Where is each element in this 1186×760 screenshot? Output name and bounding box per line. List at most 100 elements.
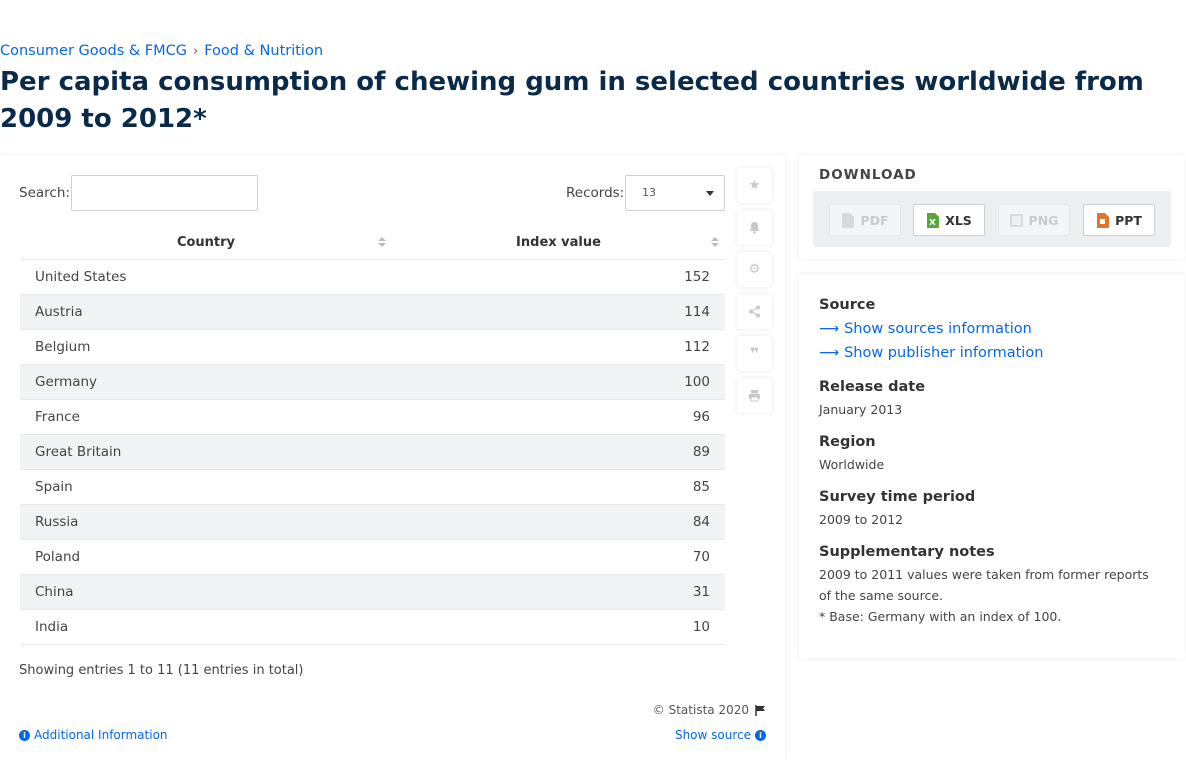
cell-country: Belgium	[35, 339, 91, 355]
copyright: © Statista 2020	[653, 703, 766, 717]
breadcrumb: Consumer Goods & FMCG › Food & Nutrition	[0, 43, 323, 59]
print-icon[interactable]	[737, 378, 772, 413]
release-date-heading: Release date	[819, 379, 926, 395]
show-publisher-link[interactable]: ⟶ Show publisher information	[819, 345, 1043, 361]
breadcrumb-link-consumer-goods[interactable]: Consumer Goods & FMCG	[0, 43, 187, 59]
quote-icon[interactable]: ❞	[737, 336, 772, 371]
column-header-country[interactable]: Country	[20, 226, 392, 259]
copyright-text: © Statista 2020	[652, 703, 749, 717]
bell-icon[interactable]	[737, 210, 772, 245]
show-sources-label: Show sources information	[844, 321, 1032, 337]
table-row: Great Britain 89	[20, 435, 725, 470]
arrow-right-icon: ⟶	[819, 345, 840, 361]
ppt-file-icon	[1097, 212, 1110, 228]
sort-icon	[711, 237, 719, 249]
pdf-file-icon	[842, 212, 855, 228]
show-sources-link[interactable]: ⟶ Show sources information	[819, 321, 1032, 337]
cell-index-value: 70	[692, 549, 710, 565]
arrow-right-icon: ⟶	[819, 321, 840, 337]
star-icon[interactable]: ★	[737, 168, 772, 203]
release-date-value: January 2013	[819, 402, 903, 417]
search-label: Search:	[19, 185, 70, 201]
column-header-label: Index value	[516, 235, 601, 250]
table-row: Spain 85	[20, 470, 725, 505]
table-row: Belgium 112	[20, 330, 725, 365]
cell-index-value: 85	[692, 479, 710, 495]
table-row: India 10	[20, 610, 725, 645]
table-row: Poland 70	[20, 540, 725, 575]
table-row: China 31	[20, 575, 725, 610]
cell-index-value: 31	[692, 584, 710, 600]
cell-country: Germany	[35, 374, 98, 390]
entries-info: Showing entries 1 to 11 (11 entries in t…	[19, 663, 304, 678]
cell-country: India	[35, 619, 69, 635]
page-title: Per capita consumption of chewing gum in…	[0, 67, 1144, 134]
cell-index-value: 152	[684, 269, 710, 285]
info-icon: i	[19, 729, 30, 741]
cell-index-value: 10	[692, 619, 710, 635]
records-select-value: 13	[642, 186, 656, 199]
download-xls-label: XLS	[945, 212, 972, 228]
column-header-index-value[interactable]: Index value	[392, 226, 725, 259]
download-pdf-label: PDF	[860, 212, 889, 228]
region-value: Worldwide	[819, 457, 885, 472]
table-row: Austria 114	[20, 295, 725, 330]
download-ppt-label: PPT	[1115, 212, 1142, 228]
flag-icon[interactable]	[755, 704, 766, 716]
download-title: DOWNLOAD	[819, 167, 917, 183]
table-row: Russia 84	[20, 505, 725, 540]
cell-country: Spain	[35, 479, 73, 495]
region-heading: Region	[819, 434, 876, 450]
search-input[interactable]	[71, 175, 258, 211]
data-table: Country Index value United States 152 Aus…	[20, 226, 725, 645]
png-file-icon	[1009, 213, 1023, 227]
table-row: France 96	[20, 400, 725, 435]
download-xls-button[interactable]: XLS	[913, 204, 985, 236]
xls-file-icon	[927, 212, 940, 228]
supplementary-notes-line-2: * Base: Germany with an index of 100.	[819, 609, 1062, 624]
table-row: Germany 100	[20, 365, 725, 400]
download-buttons: PDF XLS PNG PPT	[813, 191, 1171, 247]
cell-index-value: 114	[684, 304, 710, 320]
survey-period-value: 2009 to 2012	[819, 512, 904, 527]
download-panel: DOWNLOAD PDF XLS PNG PPT	[799, 155, 1185, 259]
download-png-label: PNG	[1028, 212, 1059, 228]
records-label: Records:	[566, 185, 625, 201]
download-png-button[interactable]: PNG	[998, 204, 1070, 236]
show-source-link[interactable]: Show source i	[675, 728, 766, 742]
download-ppt-button[interactable]: PPT	[1083, 204, 1155, 236]
supplementary-notes-line-1: 2009 to 2011 values were taken from form…	[819, 567, 1149, 603]
column-header-label: Country	[176, 235, 236, 250]
download-pdf-button[interactable]: PDF	[829, 204, 901, 236]
sort-icon	[378, 237, 386, 249]
gear-icon[interactable]: ⚙	[737, 252, 772, 287]
cell-index-value: 84	[692, 514, 710, 530]
cell-country: Russia	[35, 514, 79, 530]
additional-information-label: Additional Information	[34, 728, 168, 742]
supplementary-notes-heading: Supplementary notes	[819, 544, 995, 560]
source-heading: Source	[819, 297, 876, 313]
cell-index-value: 96	[692, 409, 710, 425]
breadcrumb-separator: ›	[193, 43, 199, 59]
survey-period-heading: Survey time period	[819, 489, 976, 505]
cell-index-value: 100	[684, 374, 710, 390]
show-source-label: Show source	[674, 728, 751, 742]
info-icon: i	[755, 729, 766, 741]
cell-country: Austria	[35, 304, 83, 320]
breadcrumb-link-food-nutrition[interactable]: Food & Nutrition	[204, 43, 323, 59]
cell-country: Poland	[35, 549, 81, 565]
cell-country: United States	[35, 269, 127, 285]
additional-information-link[interactable]: i Additional Information	[19, 728, 168, 742]
cell-country: Great Britain	[35, 444, 122, 460]
source-panel: Source ⟶ Show sources information ⟶ Show…	[799, 274, 1185, 658]
records-select[interactable]: 13	[625, 175, 725, 211]
show-publisher-label: Show publisher information	[844, 345, 1044, 361]
cell-country: France	[35, 409, 80, 425]
cell-index-value: 89	[692, 444, 710, 460]
cell-country: China	[35, 584, 74, 600]
chevron-down-icon	[706, 191, 714, 196]
cell-index-value: 112	[684, 339, 710, 355]
statistic-toolbar: ★ ⚙ ❞	[737, 168, 773, 420]
share-icon[interactable]	[737, 294, 772, 329]
table-row: United States 152	[20, 260, 725, 295]
